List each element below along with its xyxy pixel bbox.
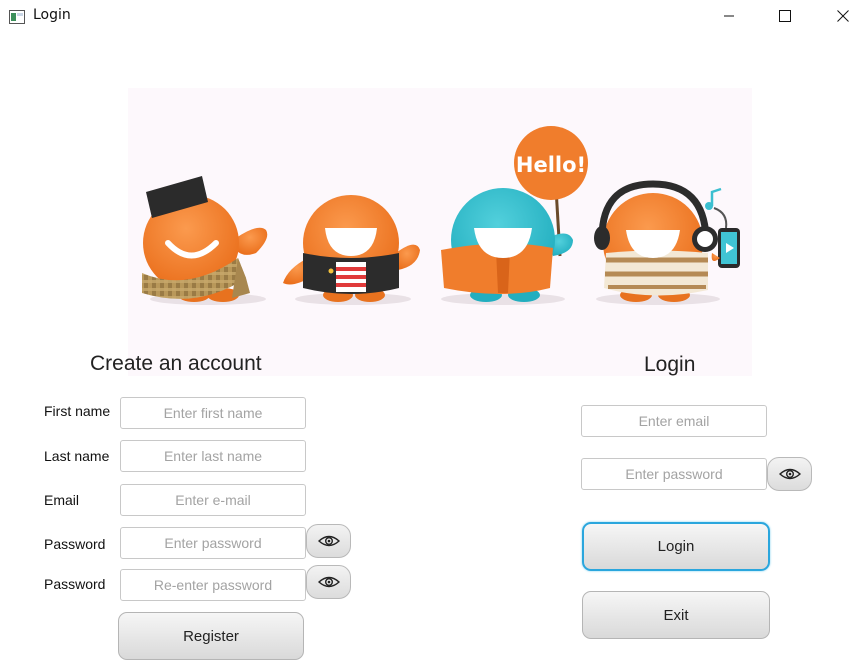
show-login-password-button[interactable] xyxy=(767,457,812,491)
hello-sign-text: Hello! xyxy=(516,153,586,177)
login-button[interactable]: Login xyxy=(582,522,770,571)
confirm-password-field[interactable] xyxy=(120,569,306,601)
email-field[interactable] xyxy=(120,484,306,516)
last-name-label: Last name xyxy=(44,448,110,464)
eye-icon xyxy=(778,468,801,480)
show-password-button[interactable] xyxy=(306,524,351,558)
login-email-field[interactable] xyxy=(581,405,767,437)
email-label: Email xyxy=(44,492,80,508)
exit-button[interactable]: Exit xyxy=(582,591,770,639)
mascots-illustration: Hello! xyxy=(142,126,740,305)
eye-icon xyxy=(317,535,340,547)
login-password-field[interactable] xyxy=(581,458,767,490)
minimize-button[interactable] xyxy=(706,0,752,32)
welcome-banner: Hello! xyxy=(128,88,752,376)
show-confirm-password-button[interactable] xyxy=(306,565,351,599)
minimize-icon xyxy=(724,15,734,17)
close-button[interactable] xyxy=(820,0,866,32)
last-name-field[interactable] xyxy=(120,440,306,472)
confirm-password-label: Password xyxy=(44,576,106,592)
close-icon xyxy=(837,10,849,22)
window-title: Login xyxy=(33,7,71,23)
login-heading: Login xyxy=(644,353,696,376)
maximize-button[interactable] xyxy=(762,0,808,32)
title-bar: Login xyxy=(0,0,868,32)
password-label: Password xyxy=(44,536,106,552)
register-button[interactable]: Register xyxy=(118,612,304,660)
mascot-striped xyxy=(283,195,420,302)
app-window-icon xyxy=(9,9,25,24)
eye-icon xyxy=(317,576,340,588)
password-field[interactable] xyxy=(120,527,306,559)
create-account-heading: Create an account xyxy=(90,352,262,375)
maximize-icon xyxy=(779,10,791,22)
mascot-music xyxy=(594,180,740,302)
first-name-label: First name xyxy=(44,403,111,419)
mascot-hello: Hello! xyxy=(441,126,588,302)
first-name-field[interactable] xyxy=(120,397,306,429)
mascot-hat xyxy=(142,176,268,302)
